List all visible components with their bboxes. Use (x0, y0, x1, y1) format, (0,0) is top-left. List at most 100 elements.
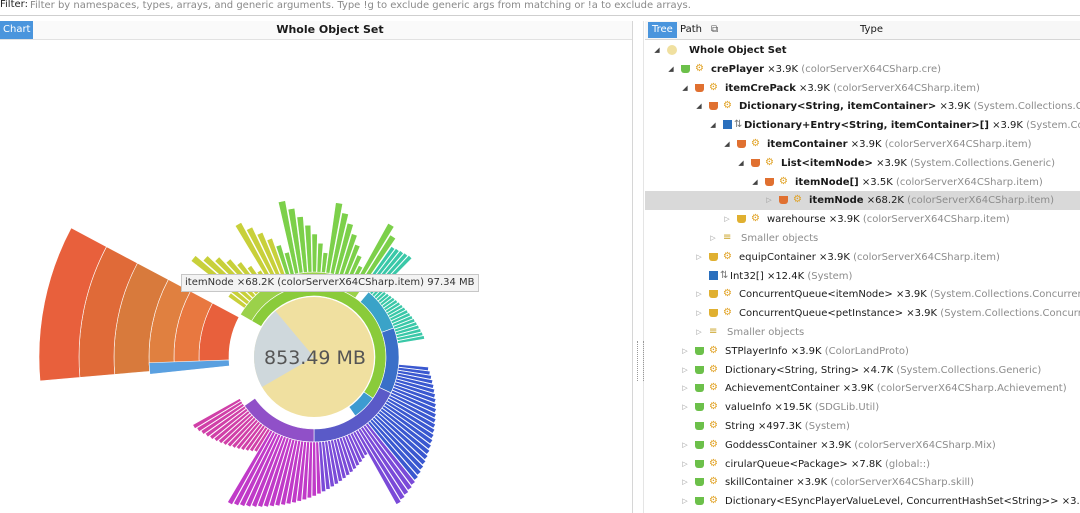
expand-down-icon[interactable]: ◢ (667, 60, 675, 79)
type-icon (709, 252, 718, 261)
type-name: String (725, 421, 755, 432)
tree-row[interactable]: ▷ ⚙ valueInfo ×19.5K (SDGLib.Util) (645, 398, 1080, 417)
sunburst-segment[interactable] (311, 233, 318, 273)
type-icon (737, 140, 746, 148)
tree-row[interactable]: ◢ ⚙ itemNode[] ×3.5K (colorServerX64CSharp… (645, 173, 1080, 192)
namespace: (System.Collections.Concurrent) (940, 308, 1080, 320)
expand-right-icon[interactable]: ▷ (709, 229, 717, 248)
reference-icon: ⚙ (723, 288, 732, 300)
tree-row[interactable]: ▷ ⚙ equipContainer ×3.9K (colorServerX64CS… (645, 248, 1080, 267)
tree-row[interactable]: ▷ ⚙ ConcurrentQueue<petInstance> ×3.9K (Sy… (645, 304, 1080, 323)
type-column-header[interactable]: Type (860, 21, 883, 39)
tree-row[interactable]: ▷ ⚙ skillContainer ×3.9K (colorServerX64CS… (645, 473, 1080, 492)
instance-count: ×7.8K (851, 458, 882, 470)
tree-header: Tree Path ⧉ Type (645, 21, 1080, 40)
row-label: skillContainer ×3.9K (colorServerX64CSha… (725, 473, 974, 492)
expand-right-icon[interactable]: ▷ (765, 191, 773, 210)
row-label: itemContainer ×3.9K (colorServerX64CShar… (767, 135, 1032, 154)
namespace: (System.Collections.Generic) (910, 157, 1056, 169)
tree-row[interactable]: ▷ ⚙ AchievementContainer ×3.9K (colorServe… (645, 379, 1080, 398)
instance-count: ×3.9K (796, 477, 828, 489)
expand-right-icon[interactable]: ▷ (723, 210, 731, 229)
tree-row[interactable]: ◢ ⚙ Dictionary<String, itemContainer> ×3.9… (645, 97, 1080, 116)
instance-count: ×3.9K (992, 120, 1023, 132)
sunburst-chart[interactable] (0, 21, 632, 513)
expand-right-icon[interactable]: ▷ (695, 304, 703, 323)
tree-row[interactable]: ◢ ⚙ crePlayer ×3.9K (colorServerX64CSharp.… (645, 60, 1080, 79)
expand-down-icon[interactable]: ◢ (709, 116, 717, 135)
tab-tree[interactable]: Tree (648, 22, 677, 38)
tree-row[interactable]: ◢ ⚙ List<itemNode> ×3.9K (System.Collectio… (645, 154, 1080, 173)
instance-count: ×3.9K (906, 308, 938, 320)
tree-row[interactable]: ▷ ⚙ Dictionary<String, String> ×4.7K (Syst… (645, 361, 1080, 380)
expand-right-icon[interactable]: ▷ (695, 285, 703, 304)
expand-down-icon[interactable]: ◢ (737, 154, 745, 173)
expand-right-icon[interactable]: ▷ (681, 436, 689, 455)
expand-down-icon[interactable]: ◢ (723, 135, 731, 154)
namespace: (colorServerX64CSharp.item) (833, 82, 980, 94)
expand-right-icon[interactable]: ▷ (681, 379, 689, 398)
type-name: equipContainer (739, 251, 816, 263)
tree-row[interactable]: ▷ ⚙ cirularQueue<Package> ×7.8K (global::) (645, 455, 1080, 474)
tree-row[interactable]: ▷ ⚙ STPlayerInfo ×3.9K (ColorLandProto) (645, 342, 1080, 361)
row-label: Whole Object Set (689, 41, 787, 60)
expand-down-icon[interactable]: ◢ (681, 79, 689, 98)
type-icon (765, 177, 774, 186)
copy-icon[interactable]: ⧉ (707, 22, 722, 38)
filter-input[interactable] (30, 0, 1070, 12)
type-icon (709, 309, 718, 318)
type-name: valueInfo (725, 402, 772, 414)
expand-down-icon[interactable]: ◢ (653, 41, 661, 60)
expand-right-icon[interactable]: ▷ (681, 342, 689, 361)
expand-right-icon[interactable]: ▷ (695, 248, 703, 267)
tree-row[interactable]: ◢ ⚙ itemCrePack ×3.9K (colorServerX64CShar… (645, 79, 1080, 98)
tree-row[interactable]: ▷ ⚙ GoddessContainer ×3.9K (colorServerX64… (645, 436, 1080, 455)
expand-right-icon[interactable]: ▷ (681, 361, 689, 380)
tree-row[interactable]: ▷ ⚙ warehourse ×3.9K (colorServerX64CSharp… (645, 210, 1080, 229)
tree-row[interactable]: ▷ ⚙ Dictionary<ESyncPlayerValueLevel, Conc… (645, 492, 1080, 511)
expand-right-icon[interactable]: ▷ (681, 455, 689, 474)
expand-right-icon[interactable]: ▷ (681, 492, 689, 511)
namespace: (System) (804, 421, 850, 432)
reference-icon: ⚙ (779, 175, 788, 187)
type-icon (681, 64, 690, 73)
row-label: STPlayerInfo ×3.9K (ColorLandProto) (725, 342, 909, 361)
tree-row[interactable]: ▷ ≡ Smaller objects (645, 229, 1080, 248)
reference-icon: ⚙ (709, 81, 718, 93)
sunburst-segment[interactable] (148, 359, 230, 375)
tree-row[interactable]: ◢ ⇅ Dictionary+Entry<String, itemContainer… (645, 116, 1080, 135)
tree-row[interactable]: ◢ ⚙ itemContainer ×3.9K (colorServerX64CSh… (645, 135, 1080, 154)
pane-splitter[interactable] (636, 21, 644, 513)
type-icon (695, 459, 704, 468)
expand-right-icon[interactable]: ▷ (695, 323, 703, 342)
instance-count: ×497.3K (758, 421, 802, 432)
namespace: (colorServerX64CSharp.item) (895, 176, 1043, 188)
tree-row[interactable]: ⚙ String ×497.3K (System) (645, 417, 1080, 436)
row-label: Smaller objects (727, 323, 804, 342)
namespace: (System) (807, 270, 853, 282)
tree-row[interactable]: ▷ ≡ Smaller objects (645, 323, 1080, 342)
row-label: ConcurrentQueue<itemNode> ×3.9K (System.… (739, 285, 1080, 304)
type-name: ConcurrentQueue<petInstance> (739, 308, 904, 320)
tree-row[interactable]: ▷ ⚙ ConcurrentQueue<itemNode> ×3.9K (Syste… (645, 285, 1080, 304)
row-label: cirularQueue<Package> ×7.8K (global::) (725, 455, 930, 474)
tree-row[interactable]: ⇅ Int32[] ×12.4K (System) (645, 267, 1080, 286)
tree-row[interactable]: ▷ ⚙ itemNode ×68.2K (colorServerX64CSharp.… (645, 191, 1080, 211)
type-icon (695, 403, 704, 412)
tree-row[interactable]: ◢ Whole Object Set (645, 41, 1080, 60)
instance-count: ×68.2K (866, 195, 904, 207)
type-icon (709, 290, 718, 299)
sunburst-segment[interactable] (311, 441, 317, 497)
expand-down-icon[interactable]: ◢ (751, 173, 759, 192)
type-icon (695, 497, 704, 506)
row-label: GoddessContainer ×3.9K (colorServerX64CS… (725, 436, 996, 455)
expand-right-icon[interactable]: ▷ (681, 473, 689, 492)
expand-down-icon[interactable]: ◢ (695, 97, 703, 116)
type-icon (709, 102, 718, 111)
reference-icon: ⚙ (709, 476, 718, 488)
tab-path[interactable]: Path (676, 22, 706, 38)
filter-label: Filter: (0, 0, 28, 10)
expand-right-icon[interactable]: ▷ (681, 398, 689, 417)
reference-icon: ⚙ (709, 495, 718, 507)
splitter-grip-icon[interactable] (637, 341, 644, 381)
